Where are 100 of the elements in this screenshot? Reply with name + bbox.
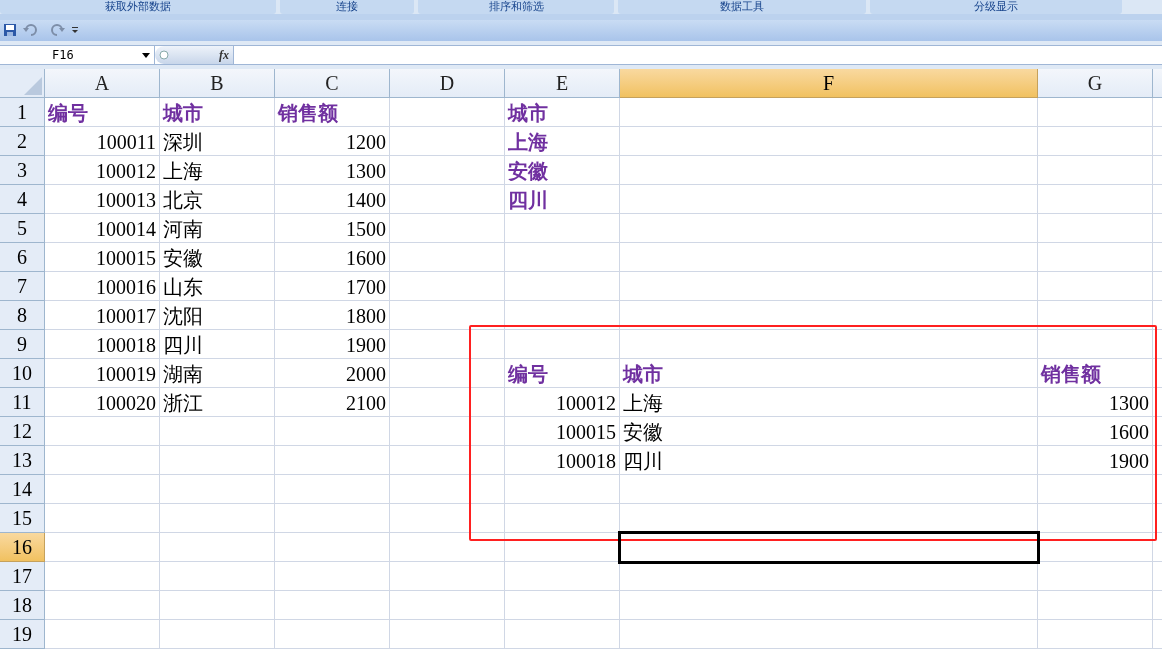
function-button[interactable]: fx [219, 46, 229, 65]
empty-cell[interactable] [505, 620, 620, 649]
empty-cell[interactable] [390, 388, 505, 417]
empty-cell[interactable] [620, 156, 1038, 185]
empty-cell[interactable] [390, 475, 505, 504]
empty-cell[interactable] [620, 185, 1038, 214]
empty-cell[interactable] [620, 330, 1038, 359]
customize-toolbar-icon[interactable] [71, 26, 79, 35]
column-header[interactable]: E [505, 69, 620, 98]
save-icon[interactable] [3, 23, 17, 38]
row-header[interactable]: 5 [0, 214, 45, 243]
empty-cell[interactable] [620, 620, 1038, 649]
empty-cell[interactable] [620, 98, 1038, 127]
empty-cell[interactable] [390, 504, 505, 533]
row-header[interactable]: 13 [0, 446, 45, 475]
empty-cell[interactable] [1038, 562, 1153, 591]
column-header[interactable]: F [620, 69, 1038, 98]
row-header[interactable]: 10 [0, 359, 45, 388]
row-header[interactable]: 18 [0, 591, 45, 620]
empty-cell[interactable] [390, 417, 505, 446]
empty-cell[interactable] [160, 562, 275, 591]
empty-cell[interactable] [1038, 185, 1153, 214]
empty-cell[interactable] [160, 475, 275, 504]
empty-cell[interactable] [1038, 330, 1153, 359]
empty-cell[interactable] [1038, 127, 1153, 156]
row-header[interactable]: 16 [0, 533, 45, 562]
row-header[interactable]: 15 [0, 504, 45, 533]
empty-cell[interactable] [390, 185, 505, 214]
empty-cell[interactable] [160, 620, 275, 649]
empty-cell[interactable] [390, 620, 505, 649]
empty-cell[interactable] [390, 330, 505, 359]
empty-cell[interactable] [505, 330, 620, 359]
empty-cell[interactable] [620, 562, 1038, 591]
column-header[interactable]: A [45, 69, 160, 98]
empty-cell[interactable] [1038, 620, 1153, 649]
empty-cell[interactable] [275, 562, 390, 591]
empty-cell[interactable] [1038, 272, 1153, 301]
empty-cell[interactable] [160, 417, 275, 446]
empty-cell[interactable] [390, 446, 505, 475]
row-header[interactable]: 4 [0, 185, 45, 214]
empty-cell[interactable] [160, 591, 275, 620]
empty-cell[interactable] [1038, 475, 1153, 504]
name-box[interactable]: F16 [0, 46, 155, 65]
empty-cell[interactable] [505, 301, 620, 330]
empty-cell[interactable] [505, 243, 620, 272]
empty-cell[interactable] [505, 475, 620, 504]
empty-cell[interactable] [160, 446, 275, 475]
row-header[interactable]: 1 [0, 98, 45, 127]
empty-cell[interactable] [1038, 243, 1153, 272]
empty-cell[interactable] [390, 301, 505, 330]
empty-cell[interactable] [620, 591, 1038, 620]
active-cell[interactable] [620, 533, 1038, 562]
empty-cell[interactable] [390, 127, 505, 156]
empty-cell[interactable] [505, 272, 620, 301]
row-header[interactable]: 8 [0, 301, 45, 330]
empty-cell[interactable] [390, 243, 505, 272]
row-header[interactable]: 9 [0, 330, 45, 359]
empty-cell[interactable] [1038, 98, 1153, 127]
empty-cell[interactable] [620, 214, 1038, 243]
row-header[interactable]: 12 [0, 417, 45, 446]
circle-handle-icon[interactable] [159, 50, 169, 61]
empty-cell[interactable] [390, 272, 505, 301]
empty-cell[interactable] [505, 214, 620, 243]
empty-cell[interactable] [620, 127, 1038, 156]
empty-cell[interactable] [620, 475, 1038, 504]
row-header[interactable]: 2 [0, 127, 45, 156]
empty-cell[interactable] [620, 272, 1038, 301]
empty-cell[interactable] [390, 533, 505, 562]
empty-cell[interactable] [505, 504, 620, 533]
row-header[interactable]: 17 [0, 562, 45, 591]
empty-cell[interactable] [160, 533, 275, 562]
empty-cell[interactable] [1038, 214, 1153, 243]
empty-cell[interactable] [275, 417, 390, 446]
empty-cell[interactable] [160, 504, 275, 533]
empty-cell[interactable] [275, 533, 390, 562]
empty-cell[interactable] [505, 591, 620, 620]
empty-cell[interactable] [275, 591, 390, 620]
column-header[interactable]: G [1038, 69, 1153, 98]
empty-cell[interactable] [1038, 591, 1153, 620]
empty-cell[interactable] [275, 504, 390, 533]
column-header[interactable] [1153, 69, 1162, 98]
row-header[interactable]: 14 [0, 475, 45, 504]
empty-cell[interactable] [1038, 156, 1153, 185]
row-header[interactable]: 11 [0, 388, 45, 417]
column-header[interactable]: D [390, 69, 505, 98]
empty-cell[interactable] [390, 359, 505, 388]
empty-cell[interactable] [620, 301, 1038, 330]
column-header[interactable]: B [160, 69, 275, 98]
empty-cell[interactable] [620, 243, 1038, 272]
empty-cell[interactable] [1038, 301, 1153, 330]
empty-cell[interactable] [1038, 533, 1153, 562]
select-all-icon[interactable] [24, 77, 42, 95]
row-header[interactable]: 7 [0, 272, 45, 301]
empty-cell[interactable] [275, 446, 390, 475]
row-header[interactable]: 6 [0, 243, 45, 272]
empty-cell[interactable] [390, 562, 505, 591]
empty-cell[interactable] [275, 475, 390, 504]
empty-cell[interactable] [275, 620, 390, 649]
empty-cell[interactable] [390, 214, 505, 243]
row-header[interactable]: 19 [0, 620, 45, 649]
